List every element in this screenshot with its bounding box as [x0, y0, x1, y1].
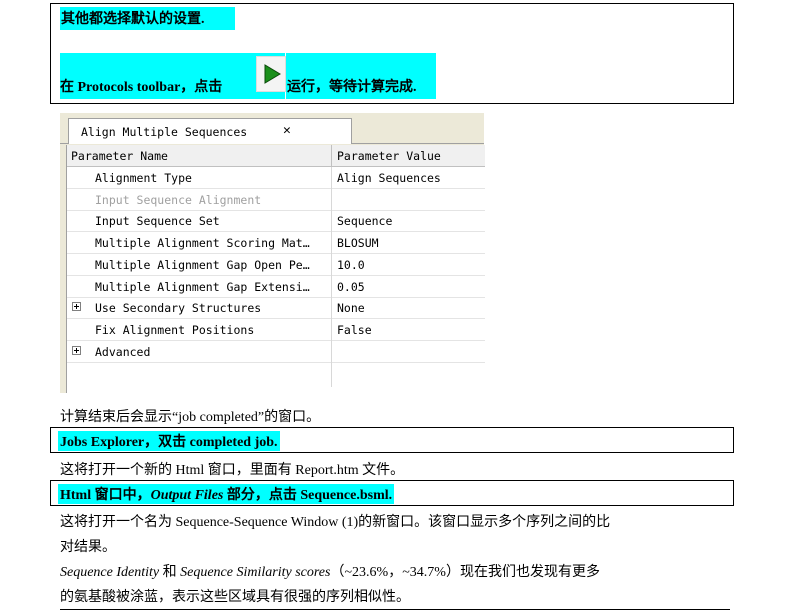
parameter-table: Parameter Name Parameter Value Alignment…	[66, 145, 485, 393]
instruction-box-jobs-explorer: Jobs Explorer，双击 completed job.	[50, 427, 734, 453]
parameter-name: Use Secondary Structures	[95, 301, 262, 316]
table-row[interactable]: Multiple Alignment Scoring Mat… BLOSUM	[67, 232, 485, 255]
paragraph-identity-similarity-line2: 的氨基酸被涂蓝，表示这些区域具有很强的序列相似性。	[60, 590, 410, 605]
instruction-box-top: 其他都选择默认的设置. 在 Protocols toolbar，点击 运行，等待…	[50, 3, 734, 104]
paragraph-sequence-window-line1: 这将打开一个名为 Sequence-Sequence Window (1)的新窗…	[60, 515, 611, 530]
instruction-run-prefix: 在 Protocols toolbar，点击	[60, 80, 223, 95]
parameter-value[interactable]: Sequence	[337, 214, 482, 228]
table-row[interactable]: Input Sequence Set Sequence	[67, 210, 485, 233]
parameter-name: Input Sequence Set	[95, 214, 220, 229]
instruction-box-output-files: Html 窗口中，Output Files 部分，点击 Sequence.bsm…	[50, 480, 734, 506]
parameter-value[interactable]: 0.05	[337, 280, 482, 294]
run-button[interactable]	[256, 56, 286, 92]
parameter-name: Multiple Alignment Gap Extensi…	[95, 279, 310, 294]
bottom-divider	[60, 609, 730, 610]
parameter-name: Multiple Alignment Scoring Mat…	[95, 236, 310, 251]
table-row[interactable]: Input Sequence Alignment	[67, 189, 485, 211]
parameter-name: Fix Alignment Positions	[95, 322, 255, 337]
expand-icon[interactable]	[72, 302, 81, 312]
table-row[interactable]: Alignment Type Align Sequences	[67, 167, 485, 189]
parameter-value[interactable]: BLOSUM	[337, 236, 482, 250]
tab-align-multiple-sequences[interactable]: Align Multiple Sequences ✕	[68, 118, 352, 144]
parameter-value[interactable]: None	[337, 301, 482, 315]
table-row[interactable]: Use Secondary Structures None	[67, 297, 485, 320]
parameter-value[interactable]: Align Sequences	[337, 171, 482, 185]
expand-icon[interactable]	[72, 345, 81, 355]
table-row[interactable]: Advanced	[67, 341, 485, 363]
parameter-value[interactable]: False	[337, 323, 482, 337]
instruction-jobs-explorer: Jobs Explorer，双击 completed job.	[58, 431, 280, 451]
parameter-name: Advanced	[95, 344, 151, 359]
close-icon[interactable]: ✕	[283, 123, 291, 138]
column-header-value[interactable]: Parameter Value	[332, 145, 485, 167]
parameter-name: Alignment Type	[95, 171, 192, 185]
paragraph-html-window: 这将打开一个新的 Html 窗口，里面有 Report.htm 文件。	[60, 463, 405, 478]
table-row[interactable]: Fix Alignment Positions False	[67, 319, 485, 341]
paragraph-identity-similarity: Sequence Identity 和 Sequence Similarity …	[60, 565, 600, 580]
parameter-value[interactable]: 10.0	[337, 258, 482, 272]
parameter-name: Multiple Alignment Gap Open Pe…	[95, 257, 310, 272]
tab-title: Align Multiple Sequences	[81, 125, 248, 139]
paragraph-sequence-window-line2: 对结果。	[60, 540, 116, 555]
instruction-run-suffix: 运行，等待计算完成.	[287, 80, 417, 95]
paragraph-job-completed: 计算结束后会显示“job completed”的窗口。	[60, 410, 321, 425]
column-header-name[interactable]: Parameter Name	[67, 145, 332, 167]
table-row[interactable]: Multiple Alignment Gap Extensi… 0.05	[67, 276, 485, 298]
parameter-name: Input Sequence Alignment	[95, 192, 262, 207]
align-multiple-sequences-panel: Align Multiple Sequences ✕ Parameter Nam…	[60, 113, 485, 393]
play-arrow-icon	[264, 64, 281, 84]
column-divider	[331, 167, 332, 387]
instruction-default-settings: 其他都选择默认的设置.	[60, 7, 235, 30]
tab-bar: Align Multiple Sequences ✕	[60, 113, 484, 144]
instruction-output-files: Html 窗口中，Output Files 部分，点击 Sequence.bsm…	[58, 484, 395, 504]
table-row[interactable]: Multiple Alignment Gap Open Pe… 10.0	[67, 254, 485, 276]
